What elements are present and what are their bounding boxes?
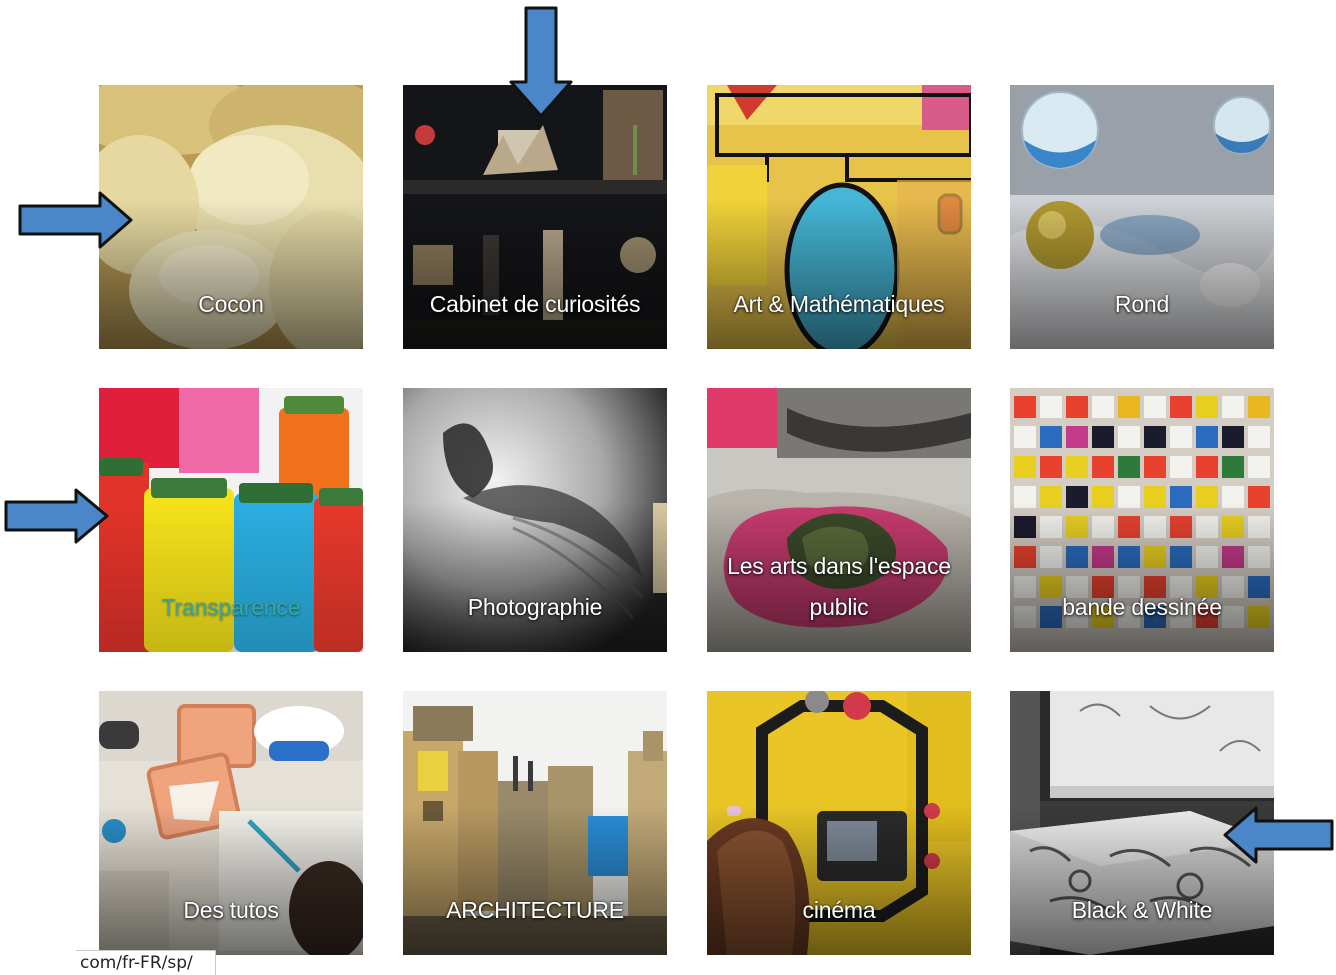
tile-label: Cabinet de curiosités: [429, 291, 641, 317]
tile-rond[interactable]: Rond: [1010, 85, 1274, 349]
status-bar-url: com/fr-FR/sp/: [76, 950, 216, 975]
tile-label: Photographie: [467, 594, 603, 620]
right-arrow-icon: [4, 488, 109, 544]
tile-label: Les arts dans l'espace public: [727, 553, 951, 620]
tile-architecture[interactable]: ARCHITECTURE: [403, 691, 667, 955]
tile-les-arts-dans-l-espace-public[interactable]: Les arts dans l'espace public: [707, 388, 971, 652]
tile-label: Rond: [1114, 291, 1170, 317]
tile-bande-dessinee[interactable]: bande dessinée: [1010, 388, 1274, 652]
tile-cabinet-de-curiosites[interactable]: Cabinet de curiosités: [403, 85, 667, 349]
right-arrow-icon: [18, 191, 133, 249]
tile-cinema[interactable]: cinéma: [707, 691, 971, 955]
tile-photographie[interactable]: Photographie: [403, 388, 667, 652]
tile-label: Transparence: [161, 594, 301, 620]
tile-des-tutos[interactable]: Des tutos: [99, 691, 363, 955]
down-arrow-icon: [509, 6, 573, 118]
tile-label: ARCHITECTURE: [446, 897, 624, 923]
tile-label: bande dessinée: [1062, 594, 1222, 620]
tile-label: Black & White: [1071, 897, 1213, 923]
left-arrow-icon: [1223, 806, 1334, 864]
tile-label: cinéma: [802, 897, 876, 923]
tile-label: Des tutos: [183, 897, 279, 923]
tile-transparence[interactable]: Transparence: [99, 388, 363, 652]
tile-label: Art & Mathématiques: [733, 291, 945, 317]
tile-cocon[interactable]: Cocon: [99, 85, 363, 349]
tile-art-mathematiques[interactable]: Art & Mathématiques: [707, 85, 971, 349]
tile-label: Cocon: [198, 291, 264, 317]
category-grid: Cocon Cabinet de curiosités Art & Mathém…: [0, 0, 1336, 975]
